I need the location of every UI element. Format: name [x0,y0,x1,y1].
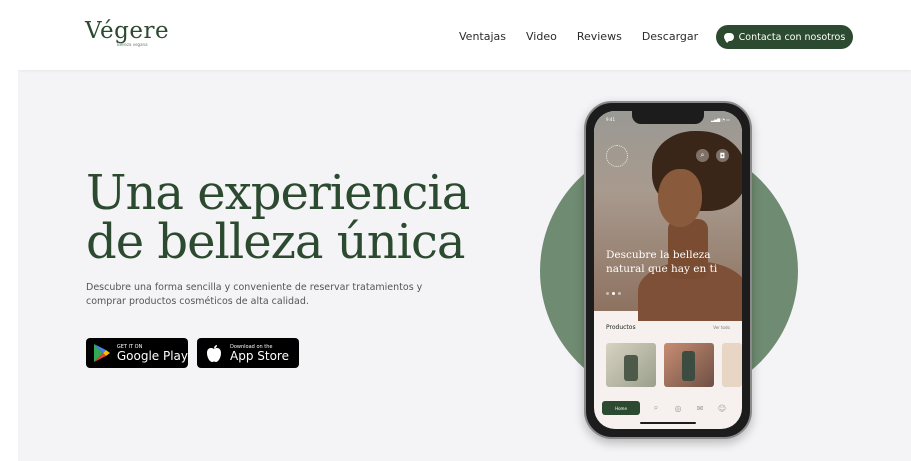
hero-photo [594,111,742,321]
see-all-link[interactable]: Ver todo [713,325,730,330]
product-card[interactable] [722,343,742,387]
products-heading: Productos [606,324,636,331]
status-icons: ▂▄▆ ◔ ▭ [710,117,730,122]
hero-title-line-1: Una experiencia [86,165,470,221]
wreath-logo-icon [606,145,628,167]
contact-button-label: Contacta con nosotros [738,31,846,43]
phone-notch [632,111,704,124]
home-indicator [640,422,696,424]
tab-home-label: Home [615,405,627,411]
carousel-dot[interactable] [618,292,621,295]
app-store-big-label: App Store [230,348,289,363]
logo-wordmark: Végere [85,18,170,44]
product-card[interactable] [664,343,714,387]
contact-button[interactable]: Contacta con nosotros [716,25,853,49]
google-play-badge[interactable]: GET IT ON Google Play [86,338,188,368]
search-icon[interactable]: ⌕ [696,149,709,162]
app-store-badge[interactable]: Download on the App Store [197,338,299,368]
nav-link-video[interactable]: Video [526,30,557,43]
carousel-dot-active[interactable] [612,292,615,295]
hero-title: Una experiencia de belleza única [86,165,470,270]
logo[interactable]: Végere Belleza vegana [85,17,170,47]
carousel-dot[interactable] [606,292,609,295]
logo-tagline: Belleza vegana [117,42,148,47]
status-time: 9:41 [606,117,615,122]
app-store-text: Download on the App Store [230,344,289,363]
page-frame: Végere Belleza vegana Ventajas Video Rev… [18,6,911,461]
phone-tab-bar: Home ⌕ ◎ ✉ ☺ [594,398,742,418]
profile-tab-icon[interactable]: ☺ [716,402,728,414]
phone-screen: 9:41 ▂▄▆ ◔ ▭ ⌕ ◘ Descubre la belleza nat… [594,111,742,429]
google-play-icon [92,342,112,364]
photo-caption: Descubre la belleza natural que hay en t… [606,249,718,275]
apple-icon [203,342,225,364]
bag-icon[interactable]: ◘ [716,149,729,162]
chat-bubble-icon [723,33,734,43]
photo-face [658,169,702,227]
hero-title-line-2: de belleza única [86,214,465,270]
messages-tab-icon[interactable]: ✉ [694,402,706,414]
hero-subtitle: Descubre una forma sencilla y convenient… [86,282,423,307]
google-play-big-label: Google Play [116,348,188,363]
search-tab-icon[interactable]: ⌕ [650,402,662,414]
phone-mockup: 9:41 ▂▄▆ ◔ ▭ ⌕ ◘ Descubre la belleza nat… [584,101,752,439]
compass-tab-icon[interactable]: ◎ [672,402,684,414]
top-navbar: Végere Belleza vegana Ventajas Video Rev… [18,6,911,70]
product-card[interactable] [606,343,656,387]
tab-home[interactable]: Home [602,401,640,415]
nav-links: Ventajas Video Reviews Descargar [459,30,718,43]
nav-link-descargar[interactable]: Descargar [642,30,698,43]
carousel-dots [606,292,621,295]
product-bottle [682,351,695,381]
google-play-text: GET IT ON Google Play [117,344,188,363]
nav-link-ventajas[interactable]: Ventajas [459,30,506,43]
product-bottle [624,355,638,381]
nav-link-reviews[interactable]: Reviews [577,30,622,43]
